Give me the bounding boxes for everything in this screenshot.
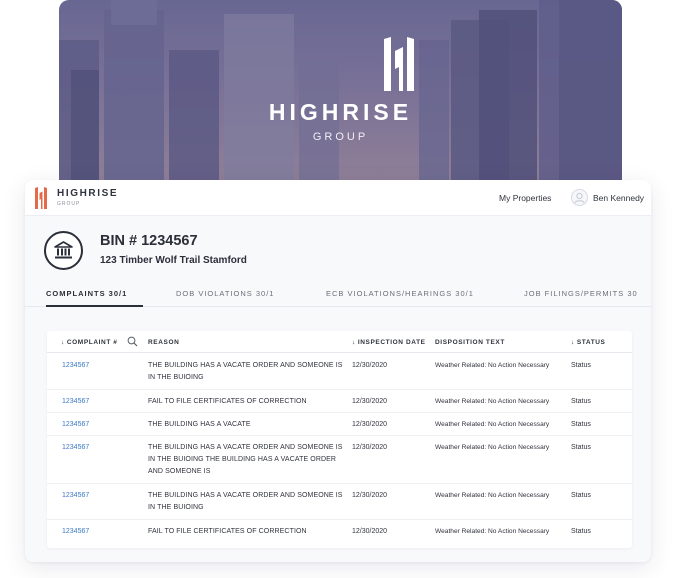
disposition-cell: Weather Related: No Action Necessary	[435, 444, 550, 451]
hero-overlay	[59, 0, 622, 182]
column-header-reason: REASON	[148, 339, 180, 346]
property-content: BIN # 1234567 123 Timber Wolf Trail Stam…	[25, 216, 651, 562]
brand-subtitle: GROUP	[57, 201, 81, 207]
status-cell: Status	[571, 528, 591, 535]
reason-cell: FAIL TO FILE CERTIFICATES OF CORRECTION	[148, 528, 307, 535]
column-header-status[interactable]: ↓ STATUS	[571, 339, 606, 346]
property-address: 123 Timber Wolf Trail Stamford	[100, 255, 247, 266]
column-header-complaint[interactable]: ↓ COMPLAINT #	[61, 339, 118, 346]
tab-job-filings-permits[interactable]: JOB FILINGS/PERMITS 30	[524, 289, 638, 298]
complaint-number-link[interactable]: 1234567	[62, 360, 89, 372]
complaint-number-link[interactable]: 1234567	[62, 419, 89, 431]
brand-name[interactable]: HIGHRISE	[57, 188, 118, 199]
complaint-number-link[interactable]: 1234567	[62, 526, 89, 538]
tab-ecb-violations-hearings[interactable]: ECB VIOLATIONS/HEARINGS 30/1	[326, 289, 474, 298]
my-properties-link[interactable]: My Properties	[499, 193, 551, 203]
disposition-cell: Weather Related: No Action Necessary	[435, 362, 550, 369]
top-navigation-bar: HIGHRISE GROUP My Properties Ben Kennedy	[25, 180, 651, 216]
status-cell: Status	[571, 421, 591, 428]
highrise-logo-icon[interactable]	[34, 187, 48, 209]
arrow-down-icon: ↓	[352, 339, 356, 346]
disposition-cell: Weather Related: No Action Necessary	[435, 421, 550, 428]
inspection-date-cell: 12/30/2020	[352, 362, 388, 369]
tab-dob-violations[interactable]: DOB VIOLATIONS 30/1	[176, 289, 274, 298]
active-tab-indicator	[46, 305, 143, 307]
inspection-date-cell: 12/30/2020	[352, 398, 388, 405]
hero-banner: HIGHRISE GROUP	[59, 0, 622, 182]
table-row: 1234567 FAIL TO FILE CERTIFICATES OF COR…	[47, 520, 632, 544]
table-row: 1234567 THE BUILDING HAS A VACATE ORDER …	[47, 436, 632, 484]
disposition-cell: Weather Related: No Action Necessary	[435, 492, 550, 499]
arrow-down-icon: ↓	[61, 339, 65, 346]
app-window: HIGHRISE GROUP My Properties Ben Kennedy…	[25, 180, 651, 562]
complaint-number-link[interactable]: 1234567	[62, 490, 89, 502]
tab-bar: COMPLAINTS 30/1 DOB VIOLATIONS 30/1 ECB …	[25, 283, 651, 307]
highrise-logo-icon	[384, 37, 414, 91]
complaint-number-link[interactable]: 1234567	[62, 396, 89, 408]
reason-cell: THE BUILDING HAS A VACATE ORDER AND SOME…	[148, 362, 343, 381]
bank-building-icon	[44, 231, 83, 270]
user-name-menu[interactable]: Ben Kennedy	[593, 193, 644, 203]
status-cell: Status	[571, 362, 591, 369]
table-row: 1234567 THE BUILDING HAS A VACATE ORDER …	[47, 484, 632, 520]
disposition-cell: Weather Related: No Action Necessary	[435, 398, 550, 405]
complaints-table: ↓ COMPLAINT # REASON ↓ INSPECTION DATE DIS…	[47, 331, 632, 548]
inspection-date-cell: 12/30/2020	[352, 492, 388, 499]
table-row: 1234567 THE BUILDING HAS A VACATE 12/30/…	[47, 413, 632, 436]
hero-brand-subtitle: GROUP	[312, 131, 369, 143]
column-header-disposition: DISPOSITION TEXT	[435, 339, 505, 346]
bin-number: BIN # 1234567	[100, 233, 198, 249]
arrow-down-icon: ↓	[571, 339, 575, 346]
reason-cell: THE BUILDING HAS A VACATE ORDER AND SOME…	[148, 444, 343, 475]
user-avatar-icon[interactable]	[571, 189, 588, 206]
reason-cell: THE BUILDING HAS A VACATE	[148, 421, 251, 428]
inspection-date-cell: 12/30/2020	[352, 421, 388, 428]
status-cell: Status	[571, 398, 591, 405]
inspection-date-cell: 12/30/2020	[352, 444, 388, 451]
inspection-date-cell: 12/30/2020	[352, 528, 388, 535]
complaint-number-link[interactable]: 1234567	[62, 442, 89, 454]
table-row: 1234567 FAIL TO FILE CERTIFICATES OF COR…	[47, 390, 632, 413]
tab-complaints[interactable]: COMPLAINTS 30/1	[46, 289, 127, 298]
hero-brand-name: HIGHRISE	[268, 99, 413, 125]
search-icon[interactable]	[127, 336, 138, 347]
status-cell: Status	[571, 492, 591, 499]
table-row: 1234567 THE BUILDING HAS A VACATE ORDER …	[47, 354, 632, 390]
table-header: ↓ COMPLAINT # REASON ↓ INSPECTION DATE DIS…	[47, 331, 632, 353]
reason-cell: THE BUILDING HAS A VACATE ORDER AND SOME…	[148, 492, 343, 511]
reason-cell: FAIL TO FILE CERTIFICATES OF CORRECTION	[148, 398, 307, 405]
disposition-cell: Weather Related: No Action Necessary	[435, 528, 550, 535]
column-header-inspection-date[interactable]: ↓ INSPECTION DATE	[352, 339, 426, 346]
status-cell: Status	[571, 444, 591, 451]
